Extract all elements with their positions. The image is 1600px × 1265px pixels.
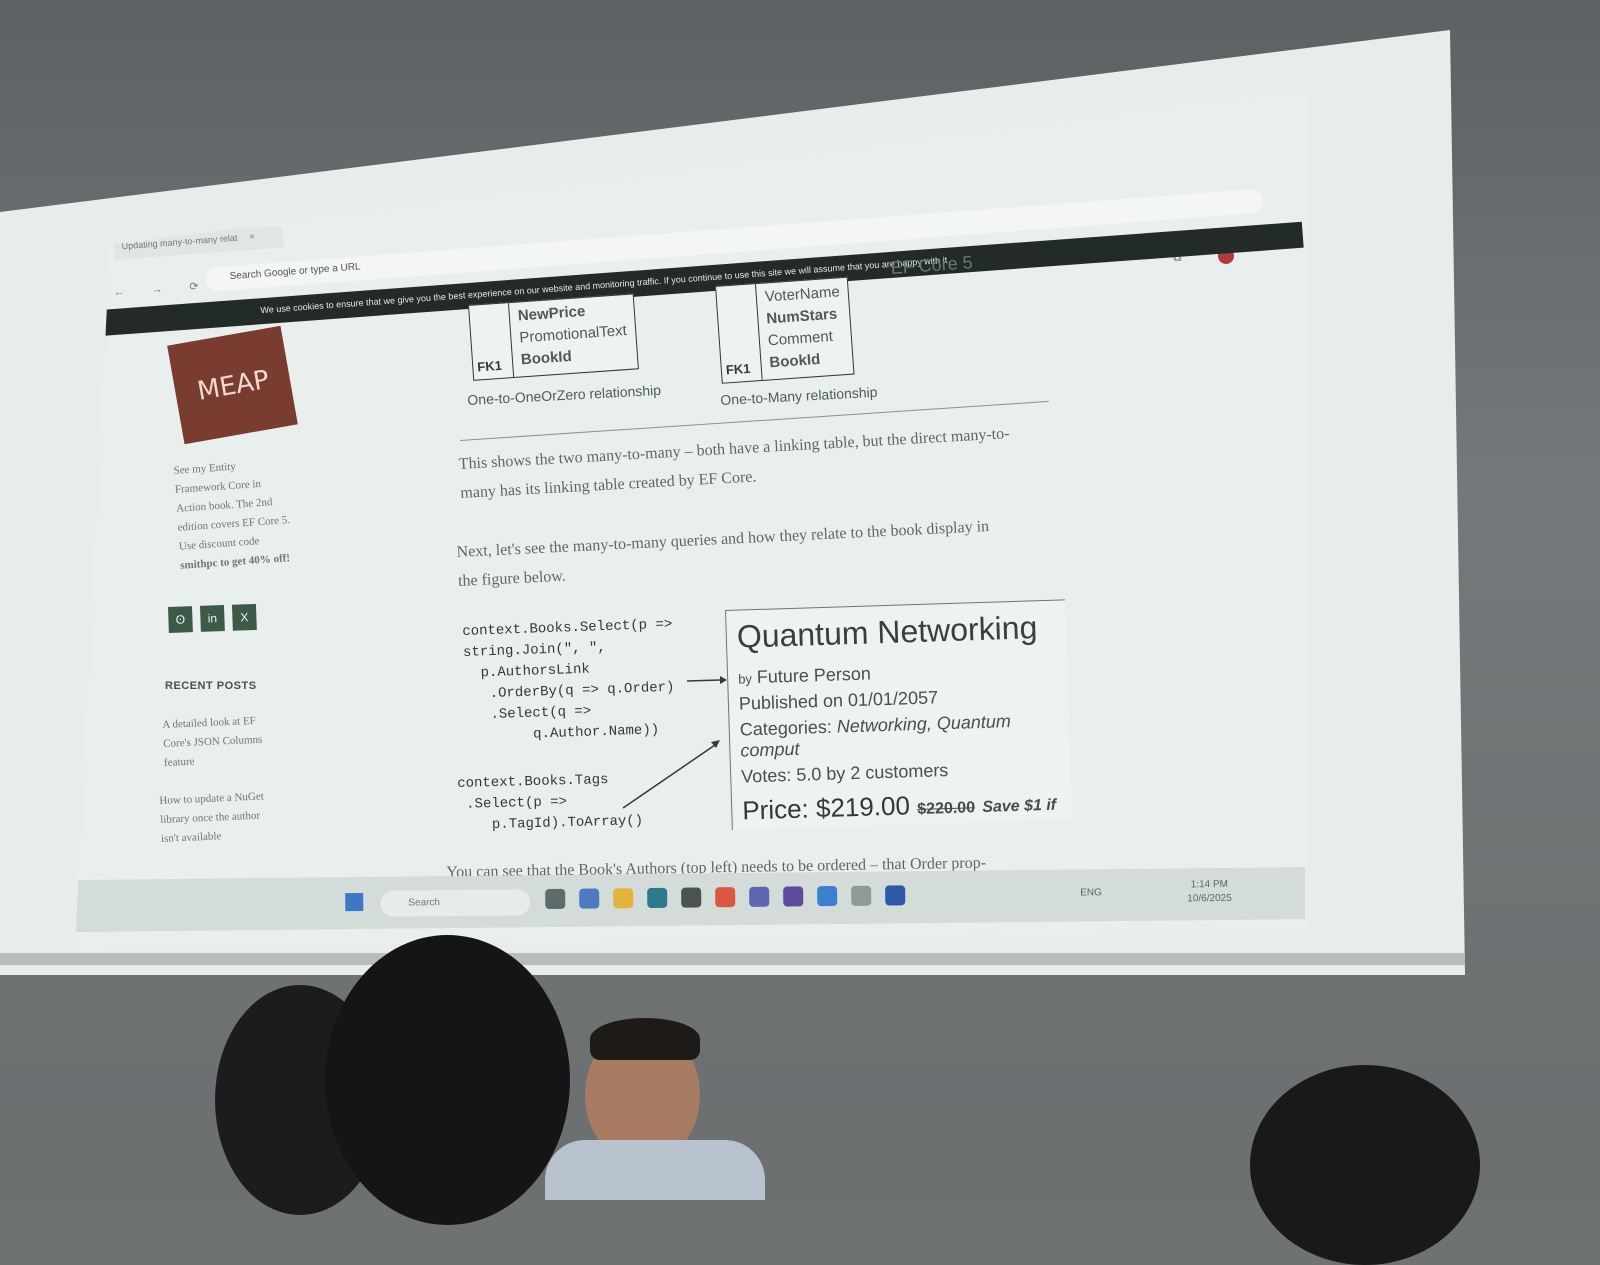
edge-icon[interactable] [647, 887, 668, 909]
store-icon[interactable] [681, 887, 702, 908]
visual-studio-icon[interactable] [783, 886, 804, 907]
vscode-icon[interactable] [817, 886, 838, 907]
audience-head [325, 935, 570, 1225]
taskbar-search-placeholder: Search [408, 897, 441, 909]
chat-icon[interactable] [579, 888, 600, 909]
arrow-authors [686, 679, 721, 682]
windows-start-icon[interactable] [345, 892, 364, 912]
taskbar-apps [545, 885, 906, 910]
book-card: Quantum Networking by Future Person Publ… [725, 599, 1072, 830]
book-categories: Categories: Networking, Quantum comput [739, 710, 1059, 762]
old-price: $220.00 [917, 799, 976, 819]
book-price: Price: $219.00 [741, 790, 911, 826]
taskbar-search[interactable]: Search [380, 889, 531, 917]
save-text: Save $1 if [982, 796, 1057, 817]
clock-time: 1:14 PM [1190, 878, 1229, 891]
book-author: by Future Person [738, 658, 1058, 689]
whiteboard-rail [0, 953, 1465, 965]
book-title: Quantum Networking [736, 609, 1038, 655]
word-icon[interactable] [885, 885, 906, 906]
arrow-tags [622, 744, 716, 809]
taskview-icon[interactable] [545, 888, 566, 910]
author-name: Future Person [756, 663, 872, 688]
presenter-shirt [545, 1140, 765, 1200]
snipping-tool-icon[interactable] [851, 885, 872, 906]
file-explorer-icon[interactable] [613, 888, 634, 909]
book-votes: Votes: 5.0 by 2 customers [740, 760, 949, 787]
categories-label: Categories: [739, 716, 833, 740]
clock-date: 10/6/2025 [1187, 892, 1232, 905]
arrowhead-icon [720, 676, 727, 684]
presenter-hair [590, 1018, 700, 1060]
book-price-row: Price: $219.00 $220.00 Save $1 if [742, 786, 1062, 827]
book-published: Published on 01/01/2057 [738, 687, 939, 714]
audience-head [1250, 1065, 1480, 1265]
teams-icon[interactable] [749, 886, 770, 907]
by-prefix: by [737, 671, 753, 687]
language-indicator[interactable]: ENG [1080, 887, 1102, 898]
chrome-icon[interactable] [715, 887, 736, 908]
clock[interactable]: 1:14 PM 10/6/2025 [1187, 878, 1232, 906]
